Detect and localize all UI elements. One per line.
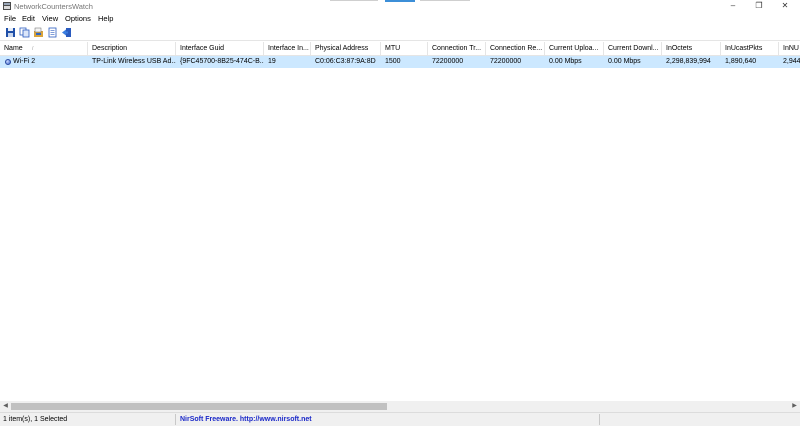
scroll-thumb[interactable]: [11, 403, 387, 410]
maximize-button[interactable]: ❐: [746, 0, 772, 12]
close-button[interactable]: ✕: [772, 0, 798, 12]
cell-connection-transmit: 72200000: [432, 58, 464, 65]
menu-edit[interactable]: Edit: [22, 14, 35, 23]
app-icon: [3, 2, 11, 10]
cell-current-upload: 0.00 Mbps: [549, 58, 582, 65]
horizontal-scrollbar[interactable]: ◀ ▶: [0, 401, 800, 412]
column-header-connection-receive[interactable]: Connection Re...: [486, 42, 545, 56]
app-window: NetworkCountersWatch – ❐ ✕ File Edit Vie…: [0, 0, 800, 426]
table-row[interactable]: Wi-Fi 2 TP-Link Wireless USB Ad... {9FC4…: [0, 56, 800, 68]
column-header-inucastpkts[interactable]: InUcastPkts: [721, 42, 779, 56]
sort-indicator-icon: /: [32, 46, 34, 52]
column-header-current-upload[interactable]: Current Uploa...: [545, 42, 604, 56]
properties-icon[interactable]: [33, 27, 44, 38]
toolbar: [0, 25, 800, 41]
column-header-interface-guid[interactable]: Interface Guid: [176, 42, 264, 56]
menu-help[interactable]: Help: [98, 14, 113, 23]
status-bar: 1 item(s), 1 Selected NirSoft Freeware. …: [0, 412, 800, 426]
column-header-physical-address[interactable]: Physical Address: [311, 42, 381, 56]
cell-interface-index: 19: [268, 58, 276, 65]
column-header-description[interactable]: Description: [88, 42, 176, 56]
window-title: NetworkCountersWatch: [14, 2, 93, 11]
status-item-count: 1 item(s), 1 Selected: [3, 416, 68, 423]
menu-options[interactable]: Options: [65, 14, 91, 23]
menu-file[interactable]: File: [4, 14, 16, 23]
column-header-label: Name: [4, 45, 23, 52]
nirsoft-link[interactable]: NirSoft Freeware. http://www.nirsoft.net: [180, 413, 312, 426]
column-header-current-download[interactable]: Current Downl...: [604, 42, 662, 56]
scroll-right-icon[interactable]: ▶: [789, 401, 800, 412]
cell-physical-address: C0:06:C3:87:9A:8D: [315, 58, 376, 65]
taskbar-strip: [330, 0, 470, 2]
column-header-interface-index[interactable]: Interface In...: [264, 42, 311, 56]
scroll-left-icon[interactable]: ◀: [0, 401, 11, 412]
column-header-inoctets[interactable]: InOctets: [662, 42, 721, 56]
exit-icon[interactable]: [61, 27, 72, 38]
menu-view[interactable]: View: [42, 14, 58, 23]
cell-mtu: 1500: [385, 58, 401, 65]
cell-current-download: 0.00 Mbps: [608, 58, 641, 65]
cell-innucastpkts: 2,944: [783, 58, 800, 65]
column-header-connection-transmit[interactable]: Connection Tr...: [428, 42, 486, 56]
minimize-button[interactable]: –: [720, 0, 746, 12]
cell-interface-guid: {9FC45700-8B25-474C-B...: [180, 58, 264, 65]
status-divider: [599, 414, 600, 425]
cell-description: TP-Link Wireless USB Ad...: [92, 58, 176, 65]
column-header-mtu[interactable]: MTU: [381, 42, 428, 56]
html-report-icon[interactable]: [47, 27, 58, 38]
column-header-row: Name / Description Interface Guid Interf…: [0, 42, 800, 56]
title-bar: NetworkCountersWatch – ❐ ✕: [0, 0, 800, 13]
column-header-name[interactable]: Name /: [0, 42, 88, 56]
menu-bar: File Edit View Options Help: [0, 13, 800, 25]
copy-icon[interactable]: [19, 27, 30, 38]
cell-name: Wi-Fi 2: [13, 58, 36, 65]
cell-inoctets: 2,298,839,994: [666, 58, 711, 65]
cell-connection-receive: 72200000: [490, 58, 522, 65]
status-divider: [175, 414, 176, 425]
save-icon[interactable]: [5, 27, 16, 38]
cell-inucastpkts: 1,890,640: [725, 58, 757, 65]
column-header-innucastpkts[interactable]: InNU: [779, 42, 800, 56]
